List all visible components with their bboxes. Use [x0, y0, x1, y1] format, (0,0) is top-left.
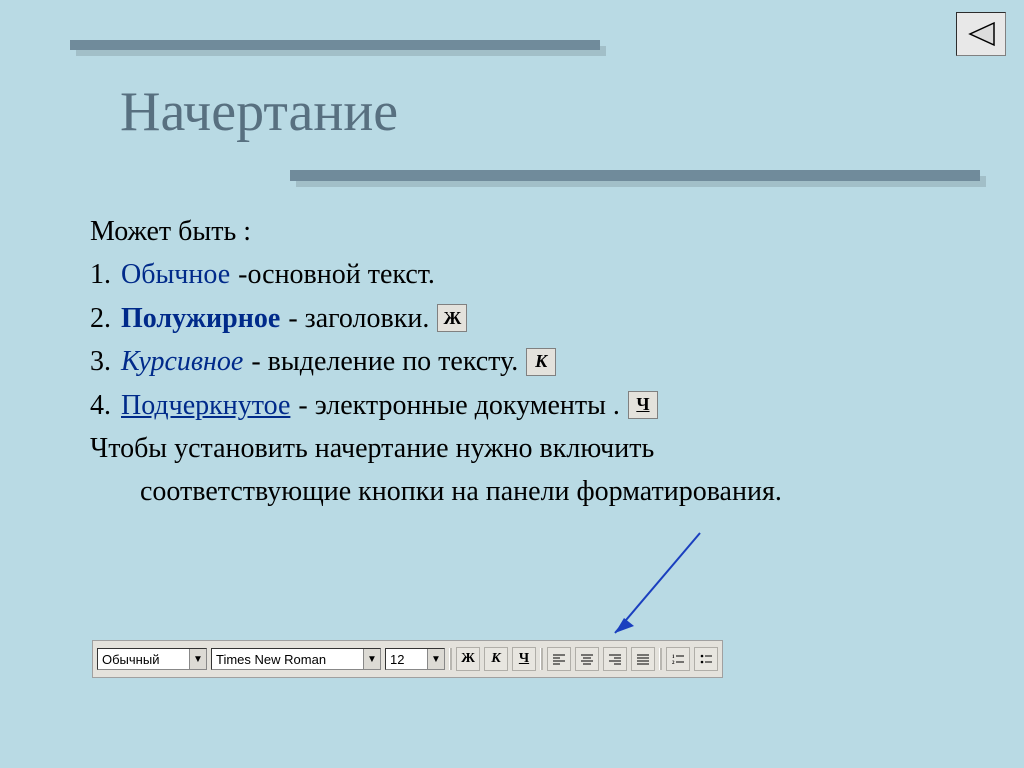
list-item: 3.Курсивное- выделение по тексту. К: [90, 340, 930, 383]
back-arrow-icon: [966, 21, 996, 47]
item-desc: - заголовки.: [288, 297, 429, 340]
svg-text:1: 1: [672, 655, 675, 660]
italic-button[interactable]: К: [484, 647, 508, 671]
chevron-down-icon: ▼: [363, 649, 380, 669]
keyword-bold: Полужирное: [121, 297, 280, 340]
font-combobox[interactable]: Times New Roman ▼: [211, 648, 381, 670]
slide-body: Может быть : 1.Обычное-основной текст. 2…: [90, 210, 930, 514]
bulleted-list-button[interactable]: [694, 647, 718, 671]
separator: [659, 648, 662, 670]
chevron-down-icon: ▼: [189, 649, 206, 669]
underline-button[interactable]: Ч: [512, 647, 536, 671]
separator: [449, 648, 452, 670]
keyword-normal: Обычное: [121, 253, 230, 296]
bold-button[interactable]: Ж: [456, 647, 480, 671]
align-justify-button[interactable]: [631, 647, 655, 671]
chevron-down-icon: ▼: [427, 649, 444, 669]
svg-text:2: 2: [672, 661, 675, 665]
list-item: 1.Обычное-основной текст.: [90, 253, 930, 296]
align-left-button[interactable]: [547, 647, 571, 671]
decorative-bar-mid: [290, 170, 980, 181]
nav-back-button[interactable]: [956, 12, 1006, 56]
numbered-list-button[interactable]: 12: [666, 647, 690, 671]
align-center-button[interactable]: [575, 647, 599, 671]
decorative-bar-top: [70, 40, 600, 50]
keyword-underline: Подчеркнутое: [121, 384, 290, 427]
formatting-toolbar: Обычный ▼ Times New Roman ▼ 12 ▼ Ж К Ч 1…: [92, 640, 723, 678]
align-right-button[interactable]: [603, 647, 627, 671]
style-value: Обычный: [102, 652, 159, 667]
outro-text-2: соответствующие кнопки на панели формати…: [90, 470, 930, 513]
slide-title: Начертание: [120, 80, 398, 144]
list-item: 4.Подчеркнутое- электронные документы . …: [90, 384, 930, 427]
font-value: Times New Roman: [216, 652, 326, 667]
item-desc: - электронные документы .: [298, 384, 620, 427]
item-desc: - выделение по тексту.: [251, 340, 518, 383]
keyword-italic: Курсивное: [121, 340, 243, 383]
item-desc: -основной текст.: [238, 253, 435, 296]
list-item: 2.Полужирное- заголовки. Ж: [90, 297, 930, 340]
pointer-arrow-icon: [590, 528, 710, 648]
item-number: 3.: [90, 340, 111, 383]
separator: [540, 648, 543, 670]
italic-icon: К: [526, 348, 556, 376]
item-number: 1.: [90, 253, 111, 296]
size-value: 12: [390, 652, 404, 667]
underline-icon: Ч: [628, 391, 658, 419]
intro-text: Может быть :: [90, 210, 930, 253]
style-combobox[interactable]: Обычный ▼: [97, 648, 207, 670]
size-combobox[interactable]: 12 ▼: [385, 648, 445, 670]
item-number: 4.: [90, 384, 111, 427]
outro-text-1: Чтобы установить начертание нужно включи…: [90, 427, 930, 470]
item-number: 2.: [90, 297, 111, 340]
bold-icon: Ж: [437, 304, 467, 332]
